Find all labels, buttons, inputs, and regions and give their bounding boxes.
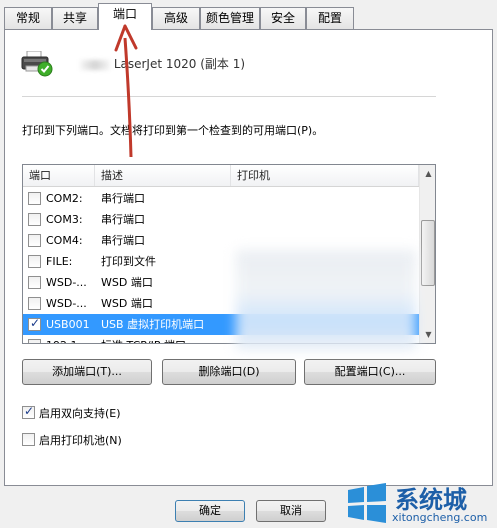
column-description[interactable]: 描述 [95,165,231,186]
port-desc: 标准 TCP/IP 端口 [101,335,186,343]
configure-port-button[interactable]: 配置端口(C)... [304,359,436,385]
port-desc: 串行端口 [101,213,145,226]
port-desc: WSD 端口 [101,276,153,289]
port-name: FILE: [46,255,73,268]
port-desc: 串行端口 [101,192,145,205]
watermark: 系统城 xitongcheng.com [340,478,497,528]
port-list-header: 端口 描述 打印机 [23,165,419,187]
port-checkbox[interactable] [28,213,41,226]
port-checkbox[interactable] [28,339,41,343]
add-port-button[interactable]: 添加端口(T)... [22,359,152,385]
printer-name: LaserJet 1020 (副本 1) [80,55,245,72]
scrollbar[interactable]: ▲ ▼ [419,165,435,343]
port-name: WSD-... [46,276,87,289]
port-name: USB001 [46,318,90,331]
delete-port-button[interactable]: 删除端口(D) [162,359,296,385]
port-row[interactable]: COM2: 串行端口 [23,188,419,209]
scroll-up-icon[interactable]: ▲ [420,165,435,182]
watermark-url: xitongcheng.com [392,511,488,524]
tab-sharing[interactable]: 共享 [52,7,98,29]
port-description-text: 打印到下列端口。文档将打印到第一个检查到的可用端口(P)。 [22,124,324,137]
port-checkbox[interactable] [28,276,41,289]
bidirectional-checkbox[interactable] [22,404,35,419]
port-checkbox[interactable] [28,192,41,205]
port-name: COM3: [46,213,83,226]
port-checkbox[interactable] [28,297,41,310]
watermark-text: 系统城 [395,486,467,514]
tab-strip: 常规 共享 端口 高级 颜色管理 安全 配置 [0,0,497,30]
scroll-thumb[interactable] [421,220,435,286]
tab-ports[interactable]: 端口 [98,3,152,30]
separator [22,96,436,98]
tab-advanced[interactable]: 高级 [152,7,200,29]
port-desc: USB 虚拟打印机端口 [101,318,205,331]
tab-general[interactable]: 常规 [4,7,52,29]
redacted-text [80,59,110,70]
pooling-checkbox[interactable] [22,433,35,446]
column-printer[interactable]: 打印机 [231,165,419,186]
tab-configuration[interactable]: 配置 [306,7,354,29]
tab-security[interactable]: 安全 [260,7,306,29]
port-name: COM2: [46,192,83,205]
column-port[interactable]: 端口 [23,165,95,186]
port-checkbox[interactable] [28,234,41,247]
port-name: WSD-... [46,297,87,310]
port-desc: 串行端口 [101,234,145,247]
tab-color-management[interactable]: 颜色管理 [200,7,260,29]
port-desc: 打印到文件 [101,255,156,268]
windows-logo-icon [348,483,386,523]
port-desc: WSD 端口 [101,297,153,310]
cancel-button[interactable]: 取消 [256,500,326,522]
scroll-down-icon[interactable]: ▼ [420,326,435,343]
port-checkbox[interactable] [28,255,41,268]
ok-button[interactable]: 确定 [175,500,245,522]
port-checkbox[interactable] [28,316,41,331]
port-row[interactable]: COM4: 串行端口 [23,230,419,251]
port-name: 192.1... [46,335,88,343]
port-name: COM4: [46,234,83,247]
printer-icon [21,51,53,77]
port-row[interactable]: COM3: 串行端口 [23,209,419,230]
redacted-printer-column [236,250,416,350]
